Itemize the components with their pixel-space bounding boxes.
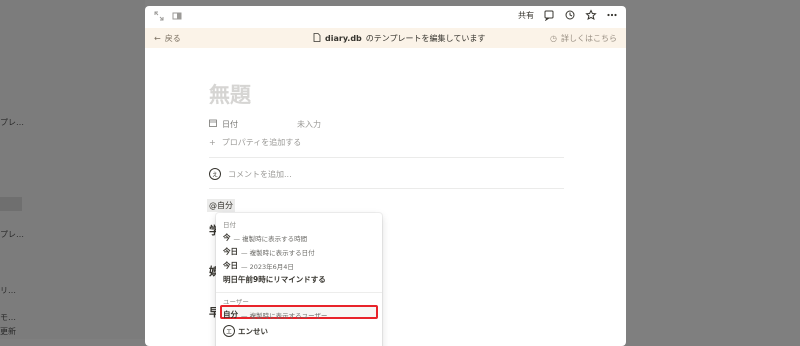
template-message: のテンプレートを編集しています <box>365 34 486 43</box>
option-main: 自分 <box>223 310 238 319</box>
date-section-label: 日付 <box>223 221 236 229</box>
property-name: 日付 <box>209 119 297 130</box>
dropdown-separator <box>216 292 382 293</box>
option-main: 今 <box>223 233 231 242</box>
sidebar-fragment: プレ… <box>0 230 24 239</box>
sidebar-selected-row <box>0 197 22 211</box>
user-option-ensei[interactable]: エ エンせい <box>223 325 268 337</box>
date-option-now[interactable]: 今 — 複製時に表示する時間 <box>223 232 307 243</box>
plus-icon: + <box>209 138 216 147</box>
date-option-reminder[interactable]: 明日午前9時にリマインドする <box>223 274 326 285</box>
arrow-left-icon: ← <box>154 34 161 43</box>
add-property-button[interactable]: + プロパティを追加する <box>209 137 301 148</box>
divider <box>209 157 564 158</box>
sidebar-fragment: 更新 <box>0 327 16 336</box>
back-label: 戻る <box>164 34 181 43</box>
help-label: 詳しくはこちら <box>561 34 617 43</box>
share-button[interactable]: 共有 <box>518 10 534 21</box>
option-main: エンせい <box>238 326 268 336</box>
option-sub: — 複製時に表示する日付 <box>241 248 315 257</box>
sidebar-fragment: モ… <box>0 313 16 322</box>
mention-query[interactable]: @自分 <box>207 199 235 212</box>
peek-mode-icon[interactable] <box>171 10 183 22</box>
user-option-me[interactable]: 自分 — 複製時に表示するユーザー <box>223 309 327 320</box>
comment-input[interactable]: え コメントを追加... <box>209 168 292 180</box>
property-row[interactable]: 日付 未入力 <box>209 118 569 130</box>
option-sub: — 複製時に表示する時間 <box>233 234 308 243</box>
user-avatar-icon: エ <box>223 325 235 337</box>
comment-icon[interactable] <box>543 9 555 21</box>
background-right <box>626 0 800 339</box>
option-main: 明日午前9時にリマインドする <box>223 275 326 284</box>
background-sidebar: プレ… プレ… リ… モ… 更新 <box>0 0 145 339</box>
option-sub: — 2023年6月4日 <box>241 262 294 271</box>
calendar-icon <box>209 119 217 129</box>
history-icon[interactable] <box>564 9 576 21</box>
property-label: 日付 <box>222 119 238 129</box>
add-property-label: プロパティを追加する <box>221 138 302 147</box>
option-sub: — 複製時に表示するユーザー <box>241 311 328 320</box>
property-value[interactable]: 未入力 <box>297 119 321 130</box>
star-icon[interactable] <box>585 9 597 21</box>
modal-topbar: 共有 <box>145 6 626 28</box>
divider <box>209 188 564 189</box>
comment-placeholder: コメントを追加... <box>228 169 292 179</box>
page-title[interactable]: 無題 <box>209 79 251 109</box>
date-option-today[interactable]: 今日 — 複製時に表示する日付 <box>223 246 315 257</box>
template-notice-bar: ← 戻る diary.db のテンプレートを編集しています ◷ 詳しくはこちら <box>145 28 626 48</box>
mention-dropdown: 日付 今 — 複製時に表示する時間 今日 — 複製時に表示する日付 今日 — 2… <box>216 213 382 346</box>
database-name: diary.db <box>325 34 362 43</box>
help-link[interactable]: ◷ 詳しくはこちら <box>550 33 617 44</box>
sidebar-fragment: プレ… <box>0 118 24 127</box>
more-icon[interactable] <box>606 9 618 21</box>
template-notice: diary.db のテンプレートを編集しています <box>313 33 485 44</box>
date-option-today-fixed[interactable]: 今日 — 2023年6月4日 <box>223 260 294 271</box>
sidebar-fragment: リ… <box>0 286 16 295</box>
template-editor-modal: 共有 ← 戻る diary.db のテンプレートを編集しています ◷ 詳しくはこ… <box>145 6 626 346</box>
clock-icon: ◷ <box>550 34 557 43</box>
expand-icon[interactable] <box>153 10 165 22</box>
back-button[interactable]: ← 戻る <box>154 33 181 44</box>
document-icon <box>313 33 321 44</box>
option-main: 今日 <box>223 247 238 256</box>
user-avatar-icon: え <box>209 168 221 180</box>
option-main: 今日 <box>223 261 238 270</box>
